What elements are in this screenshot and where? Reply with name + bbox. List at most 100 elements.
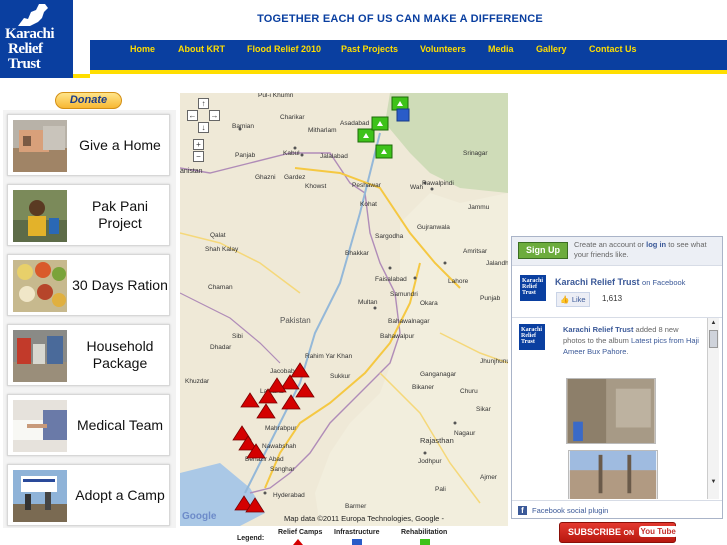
project-label: Give a Home [79,136,161,153]
pakistan-map-logo-icon [18,4,48,26]
main-nav: Home About KRT Flood Relief 2010 Past Pr… [90,40,727,74]
legend-rehabilitation-icon [420,539,430,545]
map-pan-left-icon[interactable]: ← [187,110,198,121]
svg-text:Jalalabad: Jalalabad [320,153,348,160]
nav-flood-relief-2010[interactable]: Flood Relief 2010 [247,40,321,58]
scroll-down-icon[interactable]: ▼ [709,478,718,487]
svg-text:Ghazni: Ghazni [255,174,276,181]
svg-text:Multan: Multan [358,299,378,306]
on-label: ON [623,530,635,537]
svg-text:Jhunjhunun: Jhunjhunun [480,358,508,365]
map-pan-down-icon[interactable]: ↓ [198,122,209,133]
nav-underline [73,74,90,78]
nav-gallery[interactable]: Gallery [536,40,567,58]
project-label: Adopt a Camp [75,486,165,503]
svg-text:Asadabad: Asadabad [340,120,370,127]
svg-text:Jammu: Jammu [468,204,490,211]
relief-map[interactable]: Pul-i Khumri Charikar Asadabad Mitharlam B… [180,93,508,526]
avatar-text: Karachi Relief Trust [521,327,542,345]
page-name-text[interactable]: Karachi Relief Trust [555,277,640,287]
project-card-household-package[interactable]: Household Package [7,324,170,386]
map-zoom-in-icon[interactable]: + [193,139,204,150]
legend-infrastructure: Infrastructure [334,529,380,536]
svg-text:Faisalabad: Faisalabad [375,276,407,283]
child-water-photo-icon [13,190,67,242]
post-photo-2[interactable] [568,450,658,499]
project-card-30-days-ration[interactable]: 30 Days Ration [7,254,170,316]
svg-text:Khuzdar: Khuzdar [185,378,210,385]
map-credit: Map data ©2011 Europa Technologies, Goog… [284,514,444,523]
facebook-like-box: Sign Up Create an account or log in to s… [511,236,723,519]
project-card-give-a-home[interactable]: Give a Home [7,114,170,176]
like-label: Like [571,295,586,304]
svg-text:Sargodha: Sargodha [375,233,404,240]
nav-past-projects[interactable]: Past Projects [341,40,398,58]
krt-logo[interactable]: Karachi Relief Trust [0,0,73,78]
facebook-invite-text: Create an account or log in to see what … [574,240,720,260]
svg-text:Barmer: Barmer [345,503,367,510]
map-pan-up-icon[interactable]: ↑ [198,98,209,109]
svg-text:Rawalpindi: Rawalpindi [422,180,454,187]
svg-text:Ganganagar: Ganganagar [420,371,457,378]
svg-text:Kabul: Kabul [283,150,300,157]
medical-writing-photo-icon [13,400,67,452]
project-card-adopt-a-camp[interactable]: Adopt a Camp [7,464,170,526]
svg-text:Panjab: Panjab [235,152,256,159]
site-tagline: TOGETHER EACH OF US CAN MAKE A DIFFERENC… [257,13,543,25]
subscribe-label: SUBSCRIBE [568,527,622,537]
post-author-avatar[interactable]: Karachi Relief Trust [519,324,545,350]
svg-text:Gardez: Gardez [284,174,305,181]
scroll-thumb[interactable] [709,330,718,348]
map-zoom-out-icon[interactable]: − [193,151,204,162]
logo-line-2: Relief [8,41,43,57]
svg-text:Kohat: Kohat [360,201,377,208]
post-author[interactable]: Karachi Relief Trust [563,325,633,334]
map-pan-right-icon[interactable]: → [209,110,220,121]
youtube-subscribe-button[interactable]: SUBSCRIBE ON You Tube [559,522,678,543]
legend-relief-camps: Relief Camps [278,529,323,536]
facebook-login-link[interactable]: log in [646,240,666,249]
map-canvas: Pul-i Khumri Charikar Asadabad Mitharlam B… [180,93,508,526]
svg-text:Shah Kalay: Shah Kalay [205,246,239,253]
project-card-medical-team[interactable]: Medical Team [7,394,170,456]
svg-text:Amritsar: Amritsar [463,248,488,255]
facebook-feed-scrollbar[interactable]: ▲ ▼ [707,318,719,499]
svg-text:Sanghar: Sanghar [270,466,295,473]
household-goods-photo-icon [13,330,67,382]
facebook-feed[interactable]: Karachi Relief Trust Karachi Relief Trus… [512,317,722,499]
nav-contact-us[interactable]: Contact Us [589,40,637,58]
svg-text:Bahawalpur: Bahawalpur [380,333,415,340]
svg-text:Charikar: Charikar [280,114,305,121]
svg-text:Pakistan: Pakistan [280,316,311,325]
on-facebook-text: on Facebook [642,278,686,287]
svg-text:Pul-i Khumri: Pul-i Khumri [258,93,293,99]
ration-bowls-photo-icon [13,260,67,312]
house-photo-icon [13,120,67,172]
svg-text:Nagaur: Nagaur [454,430,476,437]
svg-text:Bikaner: Bikaner [412,384,435,391]
post-text-end: . [626,347,629,356]
facebook-like-button[interactable]: 👍 Like [556,292,590,307]
facebook-signup-button[interactable]: Sign Up [518,242,568,259]
google-logo[interactable]: Google [182,511,216,522]
facebook-post-text: Karachi Relief Trust added 8 new photos … [563,324,703,357]
project-card-pak-pani[interactable]: Pak Pani Project [7,184,170,246]
facebook-plugin-footer[interactable]: f Facebook social plugin [512,500,722,519]
nav-media[interactable]: Media [488,40,514,58]
invite-pre: Create an account or [574,240,645,249]
camp-banner-photo-icon [13,470,67,522]
svg-text:Nawabshah: Nawabshah [262,443,297,450]
nav-home[interactable]: Home [130,40,155,58]
svg-text:Bahawalnagar: Bahawalnagar [388,318,430,325]
svg-text:Jalandhar: Jalandhar [486,260,508,267]
scroll-up-icon[interactable]: ▲ [709,319,718,328]
nav-about-krt[interactable]: About KRT [178,40,225,58]
facebook-page-name[interactable]: Karachi Relief Trust on Facebook [555,277,685,287]
facebook-page-avatar[interactable]: Karachi Relief Trust [520,275,546,301]
page-root: Karachi Relief Trust TOGETHER EACH OF US… [0,0,727,545]
svg-text:Sibi: Sibi [232,333,243,340]
post-photo-1[interactable] [566,378,656,444]
donate-button[interactable]: Donate [55,92,122,109]
nav-volunteers[interactable]: Volunteers [420,40,466,58]
project-label: Medical Team [76,416,164,433]
